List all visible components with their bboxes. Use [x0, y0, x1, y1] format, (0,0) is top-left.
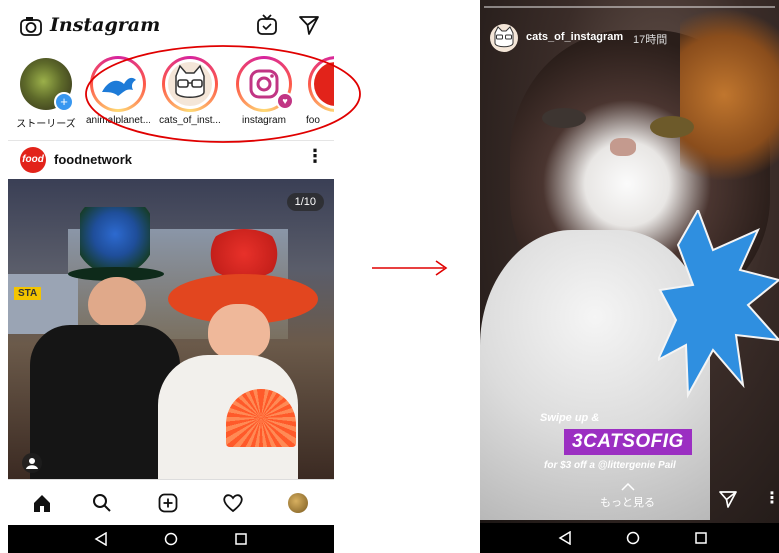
home-circle-icon[interactable] [626, 531, 640, 545]
cat-orange-patch [680, 10, 779, 180]
chevron-up-icon [620, 482, 635, 491]
stories-highlight-ellipse [85, 45, 361, 143]
more-options-icon[interactable]: ⋮ [764, 488, 779, 508]
promo-code-label: 3CATSOFIG [564, 429, 692, 455]
story-avatar[interactable] [490, 24, 518, 52]
back-icon[interactable] [558, 531, 572, 545]
story-progress-bar [484, 6, 775, 8]
cat-nose [610, 138, 636, 156]
system-nav-bar [480, 523, 779, 553]
cat-left-eye [542, 108, 586, 128]
cat-right-eye [650, 116, 694, 138]
see-more-button[interactable]: もっと見る [600, 482, 655, 510]
story-viewer-screen: cats_of_instagram 17時間 Swipe up & 3CATSO… [480, 0, 779, 553]
story-time: 17時間 [633, 34, 668, 46]
promo-offer-text: for $3 off a @littergenie Pail [544, 460, 676, 471]
story-username[interactable]: cats_of_instagram [526, 31, 623, 43]
comic-burst-sticker [658, 210, 779, 399]
promo-swipe-text: Swipe up & [540, 412, 600, 424]
see-more-label: もっと見る [600, 497, 655, 509]
direct-message-icon[interactable] [718, 490, 738, 508]
transition-arrow-icon [372, 260, 448, 276]
recents-icon[interactable] [694, 531, 708, 545]
